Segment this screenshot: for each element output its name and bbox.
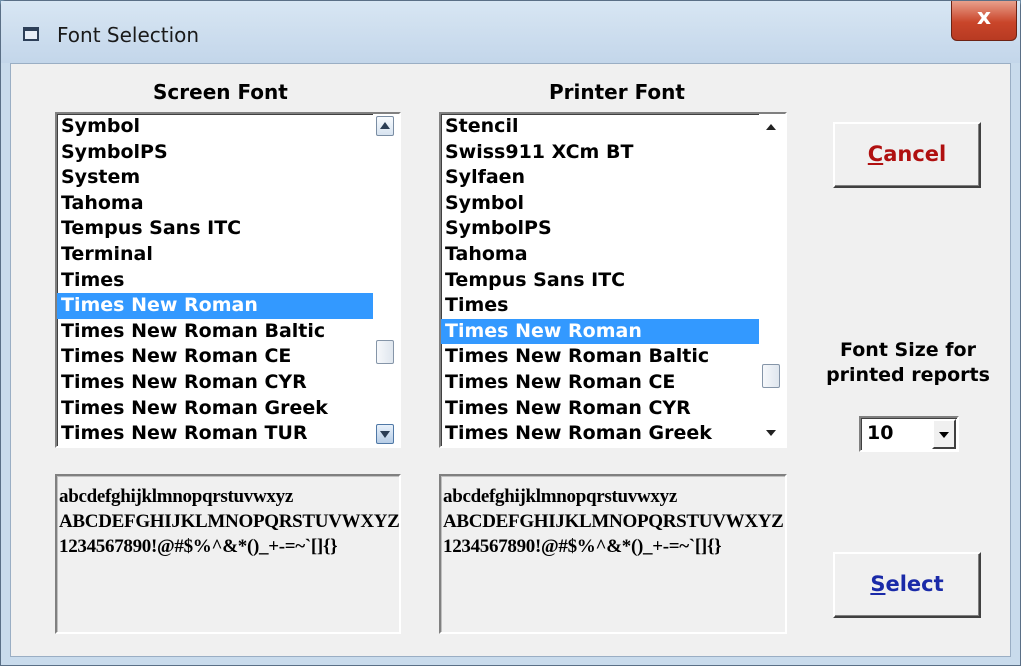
cancel-button[interactable]: Cancel	[833, 122, 981, 188]
font-list-item[interactable]: SymbolPS	[57, 140, 373, 166]
printer-font-items: Stencil Swiss911 XCm BT Sylfaen Symbol Symbo…	[441, 114, 759, 446]
font-list-item[interactable]: Times New Roman CYR	[441, 396, 759, 422]
scroll-up-icon	[380, 122, 390, 129]
scroll-up-icon[interactable]	[766, 124, 776, 130]
screen-font-items: Symbol SymbolPS System Tahoma Tempus Sans IT…	[57, 114, 373, 446]
font-list-item[interactable]: Terminal	[57, 242, 373, 268]
font-size-label-line1: Font Size for	[840, 339, 976, 361]
screen-font-list[interactable]: Symbol SymbolPS System Tahoma Tempus Sans IT…	[55, 112, 401, 448]
preview-uppercase: ABCDEFGHIJKLMNOPQRSTUVWXYZ	[59, 511, 400, 532]
font-size-value: 10	[867, 422, 894, 444]
scroll-thumb[interactable]	[762, 364, 780, 388]
preview-lowercase: abcdefghijklmnopqrstuvwxyz	[59, 486, 293, 507]
font-selection-dialog: Font Selection x Screen Font Printer Fon…	[0, 0, 1021, 666]
screen-font-preview: abcdefghijklmnopqrstuvwxyz ABCDEFGHIJKLM…	[55, 474, 401, 634]
font-size-label: Font Size for printed reports	[823, 338, 993, 388]
font-list-item[interactable]: Tempus Sans ITC	[441, 268, 759, 294]
font-list-item[interactable]: Times New Roman Baltic	[441, 344, 759, 370]
window-icon	[23, 27, 39, 41]
font-list-item[interactable]: Tempus Sans ITC	[57, 216, 373, 242]
select-button[interactable]: Select	[833, 552, 981, 618]
printer-font-list[interactable]: Stencil Swiss911 XCm BT Sylfaen Symbol Symbo…	[439, 112, 787, 448]
chevron-down-icon	[939, 432, 949, 438]
font-list-item[interactable]: Sylfaen	[441, 165, 759, 191]
select-label: elect	[885, 572, 944, 596]
cancel-accel-key: C	[867, 142, 884, 166]
font-list-item[interactable]: Times New Roman Greek	[57, 396, 373, 422]
preview-symbols: 1234567890!@#$%^&*()_+-=~`[]{}	[59, 536, 338, 557]
printer-font-scrollbar[interactable]	[759, 114, 785, 446]
font-list-item[interactable]: Times New Roman	[57, 293, 373, 319]
font-list-item[interactable]: Times New Roman CE	[441, 370, 759, 396]
font-list-item[interactable]: SymbolPS	[441, 216, 759, 242]
font-list-item[interactable]: Times	[57, 268, 373, 294]
preview-lowercase: abcdefghijklmnopqrstuvwxyz	[443, 486, 677, 507]
select-accel-key: S	[870, 572, 886, 596]
title-bar[interactable]: Font Selection	[1, 1, 1020, 63]
screen-font-scrollbar[interactable]	[373, 114, 399, 446]
font-list-item[interactable]: Times New Roman	[441, 318, 759, 345]
font-size-label-line2: printed reports	[826, 364, 990, 386]
font-list-item[interactable]: Times New Roman CE	[57, 344, 373, 370]
font-list-item[interactable]: Times New Roman Baltic	[57, 319, 373, 345]
scroll-up-button[interactable]	[376, 116, 394, 136]
font-list-item[interactable]: Swiss911 XCm BT	[441, 140, 759, 166]
printer-font-label: Printer Font	[549, 80, 685, 104]
preview-symbols: 1234567890!@#$%^&*()_+-=~`[]{}	[443, 536, 722, 557]
screen-font-label: Screen Font	[153, 80, 288, 104]
dialog-body: Screen Font Printer Font Symbol SymbolPS S…	[10, 63, 1011, 657]
scroll-down-icon	[380, 431, 390, 438]
font-list-item[interactable]: Times	[441, 293, 759, 319]
font-list-item[interactable]: Times New Roman CYR	[57, 370, 373, 396]
font-size-select[interactable]: 10	[859, 416, 959, 452]
window-title: Font Selection	[57, 23, 200, 47]
close-button[interactable]: x	[951, 1, 1017, 41]
cancel-label: ancel	[883, 142, 947, 166]
scroll-thumb[interactable]	[376, 340, 394, 364]
font-list-item[interactable]: Tahoma	[57, 191, 373, 217]
close-icon: x	[976, 5, 992, 30]
printer-font-preview: abcdefghijklmnopqrstuvwxyz ABCDEFGHIJKLM…	[439, 474, 787, 634]
font-list-item[interactable]: Tahoma	[441, 242, 759, 268]
preview-uppercase: ABCDEFGHIJKLMNOPQRSTUVWXYZ	[443, 511, 784, 532]
font-list-item[interactable]: System	[57, 165, 373, 191]
font-list-item[interactable]: Stencil	[441, 114, 759, 140]
font-size-dropdown-button[interactable]	[932, 419, 956, 449]
scroll-down-icon[interactable]	[766, 430, 776, 436]
font-list-item[interactable]: Times New Roman Greek	[441, 421, 759, 446]
scroll-down-button[interactable]	[376, 424, 394, 444]
font-list-item[interactable]: Symbol	[57, 114, 373, 140]
font-list-item[interactable]: Times New Roman TUR	[57, 421, 373, 446]
font-list-item[interactable]: Symbol	[441, 191, 759, 217]
